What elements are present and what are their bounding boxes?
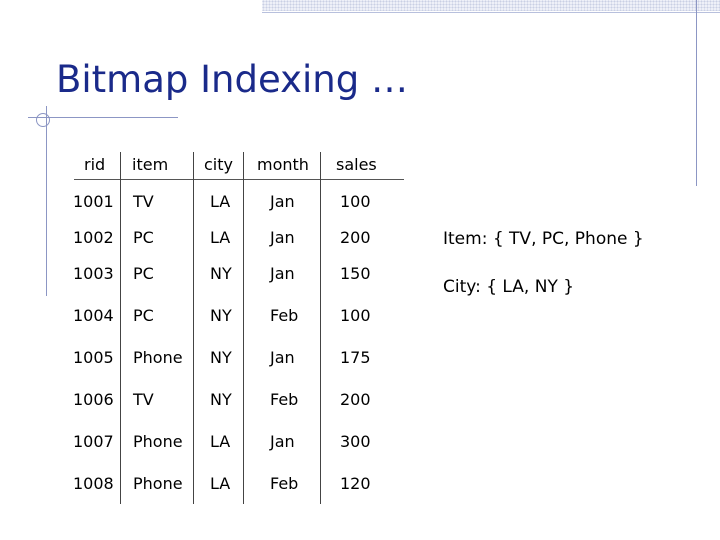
table-header-city: city [204,155,233,174]
table-header-rule [74,179,404,180]
table-cell-sales: 100 [340,192,371,211]
table-cell-sales: 300 [340,432,371,451]
table-cell-rid: 1004 [73,306,114,325]
table-cell-rid: 1008 [73,474,114,493]
column-divider [120,152,121,504]
table-header-month: month [257,155,309,174]
table-header-rid: rid [84,155,106,174]
decorative-top-band [262,0,720,11]
table-cell-month: Jan [270,264,295,283]
table-cell-item: PC [133,264,154,283]
table-cell-sales: 200 [340,390,371,409]
table-cell-city: LA [210,192,231,211]
table-cell-sales: 100 [340,306,371,325]
decorative-left-line [46,106,47,296]
column-divider [243,152,244,504]
table-cell-sales: 200 [340,228,371,247]
city-domain-note: City: { LA, NY } [443,277,575,297]
slide-title: Bitmap Indexing … [56,58,408,101]
table-cell-month: Feb [270,390,299,409]
decorative-band-line [262,12,720,13]
decorative-circle-icon [36,113,50,127]
table-cell-city: NY [210,390,232,409]
table-cell-item: TV [133,192,154,211]
table-cell-rid: 1003 [73,264,114,283]
table-cell-city: LA [210,228,231,247]
table-cell-city: LA [210,432,231,451]
table-cell-rid: 1001 [73,192,114,211]
table-header-sales: sales [336,155,377,174]
table-cell-rid: 1007 [73,432,114,451]
table-cell-item: PC [133,228,154,247]
table-cell-month: Jan [270,228,295,247]
table-cell-rid: 1005 [73,348,114,367]
table-cell-city: NY [210,306,232,325]
column-divider [320,152,321,504]
table-cell-rid: 1002 [73,228,114,247]
table-cell-item: PC [133,306,154,325]
decorative-title-underline [28,117,178,118]
table-cell-month: Jan [270,348,295,367]
table-cell-item: TV [133,390,154,409]
table-cell-item: Phone [133,348,183,367]
item-domain-note: Item: { TV, PC, Phone } [443,229,644,249]
table-cell-month: Feb [270,474,299,493]
table-cell-city: LA [210,474,231,493]
table-cell-city: NY [210,264,232,283]
decorative-right-line [696,0,697,186]
table-cell-city: NY [210,348,232,367]
table-header-item: item [132,155,169,174]
table-cell-item: Phone [133,432,183,451]
column-divider [193,152,194,504]
table-cell-month: Jan [270,432,295,451]
table-cell-sales: 120 [340,474,371,493]
table-cell-sales: 175 [340,348,371,367]
table-cell-item: Phone [133,474,183,493]
table-cell-sales: 150 [340,264,371,283]
table-cell-month: Jan [270,192,295,211]
table-cell-month: Feb [270,306,299,325]
table-cell-rid: 1006 [73,390,114,409]
